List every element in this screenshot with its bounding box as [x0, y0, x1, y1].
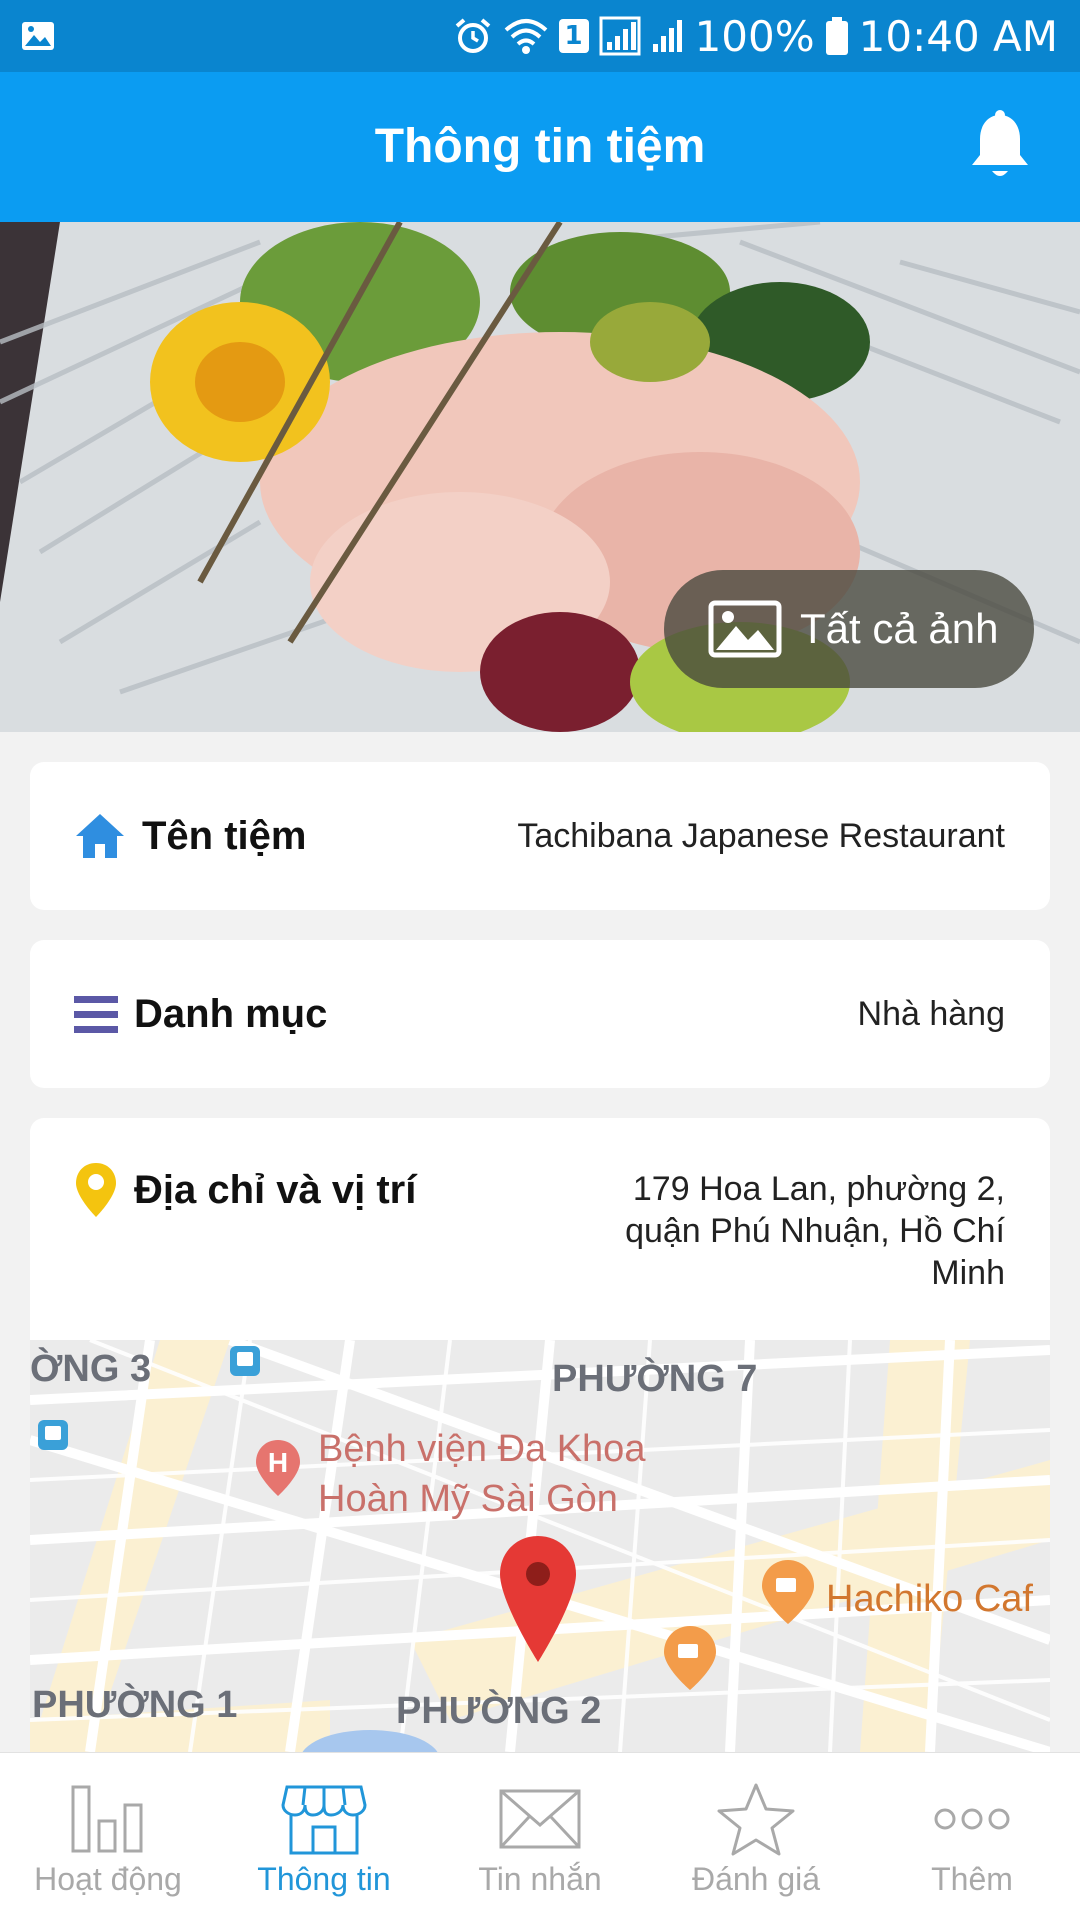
tab-messages-label: Tin nhắn [478, 1861, 602, 1897]
star-icon [717, 1783, 795, 1856]
tab-messages[interactable]: Tin nhắn [432, 1753, 648, 1920]
alarm-icon [455, 18, 490, 53]
tab-info-label: Thông tin [257, 1861, 391, 1897]
svg-text:H: H [268, 1447, 288, 1478]
bus-stop-icon [230, 1346, 260, 1376]
image-icon [708, 600, 782, 658]
map-label-ward2: PHƯỜNG 2 [396, 1690, 602, 1732]
sim-badge: 1 [558, 19, 589, 53]
tab-activity[interactable]: Hoạt động [0, 1753, 216, 1920]
map-label-ward3: ỜNG 3 [30, 1348, 152, 1390]
all-photos-label: Tất cả ảnh [800, 605, 999, 652]
tab-more-label: Thêm [931, 1861, 1013, 1897]
battery-percent: 100% [694, 11, 815, 61]
app-bar: Thông tin tiệm [0, 72, 1080, 222]
bell-icon[interactable] [960, 107, 1040, 187]
signal-icon [599, 16, 641, 56]
map-label-ward1: PHƯỜNG 1 [32, 1684, 238, 1726]
home-icon [76, 814, 124, 858]
clock: 10:40 AM [858, 11, 1058, 61]
address-label: Địa chỉ và vị trí [134, 1167, 417, 1212]
mail-icon [499, 1789, 581, 1849]
address-value: 179 Hoa Lan, phường 2, quận Phú Nhuận, H… [585, 1168, 1005, 1294]
map-label-hospital-line1: Bệnh viện Đa Khoa [318, 1428, 646, 1470]
map-label-ward7: PHƯỜNG 7 [552, 1358, 758, 1400]
more-icon [934, 1808, 1010, 1830]
gallery-notification-icon [22, 22, 54, 50]
wifi-icon [504, 19, 547, 54]
tab-more[interactable]: Thêm [864, 1753, 1080, 1920]
address-row[interactable]: Địa chỉ và vị trí 179 Hoa Lan, phường 2,… [30, 1118, 1050, 1340]
bus-stop-icon [38, 1420, 68, 1450]
category-label: Danh mục [134, 991, 328, 1036]
store-name-value: Tachibana Japanese Restaurant [517, 817, 1005, 855]
tab-reviews-label: Đánh giá [691, 1861, 821, 1897]
cover-photo[interactable]: Tất cả ảnh [0, 222, 1080, 732]
map-label-cafe: Hachiko Caf [826, 1578, 1033, 1620]
menu-list-icon [74, 996, 118, 1033]
signal-icon-2 [652, 20, 682, 52]
store-name-label: Tên tiệm [142, 813, 307, 858]
tab-info[interactable]: Thông tin [216, 1753, 432, 1920]
category-row[interactable]: Danh mục Nhà hàng [30, 940, 1050, 1088]
all-photos-button[interactable]: Tất cả ảnh [664, 570, 1034, 688]
store-name-row[interactable]: Tên tiệm Tachibana Japanese Restaurant [30, 762, 1050, 910]
location-map[interactable]: H ỜNG 3 PHƯỜNG 7 Bệnh viện Đa Khoa Hoàn … [30, 1340, 1050, 1752]
map-label-hospital-line2: Hoàn Mỹ Sài Gòn [318, 1478, 618, 1520]
category-value: Nhà hàng [857, 995, 1005, 1033]
address-line-2: quận Phú Nhuận, Hồ Chí [625, 1212, 1005, 1250]
status-bar: 1 100% 10:40 AM [0, 0, 1080, 72]
map-label-hospital: Bệnh viện Đa Khoa Hoàn Mỹ Sài Gòn [318, 1424, 645, 1524]
location-pin-icon [76, 1163, 116, 1217]
tab-activity-label: Hoạt động [34, 1861, 182, 1897]
address-line-1: 179 Hoa Lan, phường 2, [632, 1170, 1005, 1208]
page-title: Thông tin tiệm [374, 120, 706, 173]
tab-reviews[interactable]: Đánh giá [648, 1753, 864, 1920]
address-line-3: Minh [931, 1254, 1005, 1292]
bottom-navigation: Hoạt động Thông tin Tin nhắn Đánh giá Th… [0, 1752, 1080, 1920]
bar-chart-icon [71, 1785, 143, 1853]
store-icon [281, 1785, 367, 1855]
battery-icon [825, 17, 848, 55]
